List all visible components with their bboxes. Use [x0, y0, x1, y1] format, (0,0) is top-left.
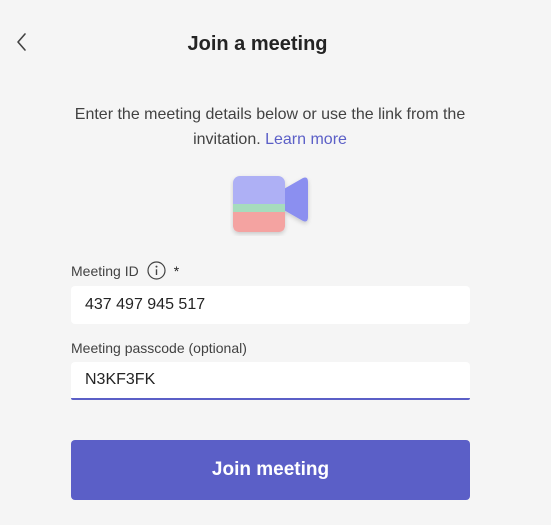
join-meeting-button[interactable]: Join meeting — [71, 440, 470, 500]
passcode-input[interactable] — [71, 362, 470, 400]
passcode-label: Meeting passcode (optional) — [71, 340, 247, 356]
info-icon[interactable] — [147, 261, 166, 280]
required-mark: * — [173, 262, 180, 279]
learn-more-link[interactable]: Learn more — [265, 131, 347, 148]
meeting-id-label-row: Meeting ID * — [71, 261, 179, 280]
page-title: Join a meeting — [187, 33, 328, 55]
video-camera-icon — [230, 172, 312, 236]
meeting-id-label: Meeting ID — [71, 262, 139, 279]
meeting-id-input[interactable] — [71, 286, 470, 324]
description: Enter the meeting details below or use t… — [70, 102, 470, 152]
